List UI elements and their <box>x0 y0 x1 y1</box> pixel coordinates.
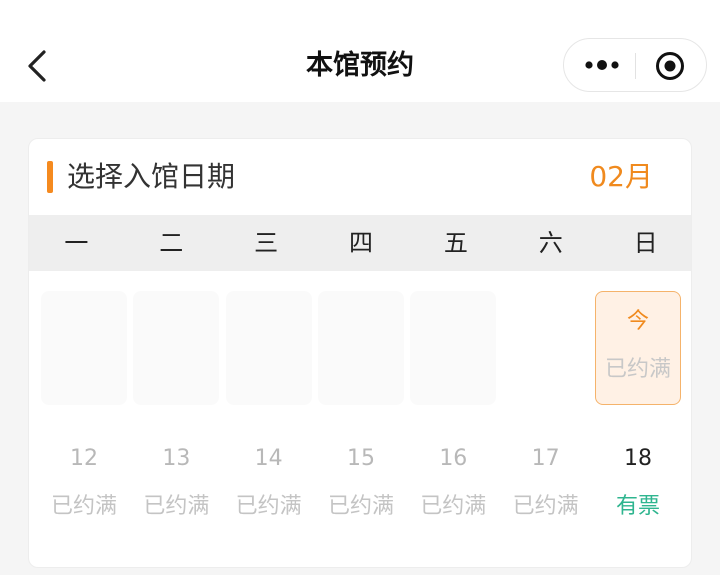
day-number: 17 <box>531 446 560 471</box>
calendar-empty-cell <box>503 291 589 405</box>
day-number: 13 <box>162 446 191 471</box>
day-number: 12 <box>70 446 98 471</box>
calendar-empty-cell <box>317 291 404 405</box>
calendar-empty-cell <box>41 291 127 405</box>
mini-program-capsule <box>563 38 707 92</box>
day-status: 已约满 <box>50 494 117 519</box>
day-number: 16 <box>439 446 468 471</box>
calendar-empty-cell <box>133 291 220 405</box>
calendar-week-row: 12 已约满 13 已约满 14 已约满 15 已约满 16 已约满 17 已约满 18 有票 <box>41 429 681 543</box>
date-picker-card: 选择入馆日期 02月 一 二 三 四 五 六 日 今已约满 12 已约满 13 已约满 1… <box>28 138 692 568</box>
day-number: 15 <box>346 446 375 471</box>
day-number: 今 <box>626 309 649 334</box>
calendar-day-cell[interactable]: 16 已约满 <box>410 429 496 543</box>
calendar-day-cell[interactable]: 18 有票 <box>595 429 681 543</box>
accent-bar <box>47 161 53 193</box>
calendar-day-cell[interactable]: 今已约满 <box>594 291 681 405</box>
calendar-day-cell[interactable]: 15 已约满 <box>318 429 404 543</box>
calendar-grid: 今已约满 12 已约满 13 已约满 14 已约满 15 已约满 16 已约满 17 已约满 18 有票 <box>41 291 681 567</box>
weekday-sun: 日 <box>633 229 658 257</box>
more-dots-icon[interactable] <box>584 52 620 78</box>
target-circle-icon[interactable] <box>655 51 685 81</box>
calendar-day-cell[interactable]: 13 已约满 <box>133 429 219 543</box>
day-number: 18 <box>623 446 652 471</box>
calendar-empty-cell <box>225 291 312 405</box>
weekday-sat: 六 <box>538 229 563 257</box>
day-status: 已约满 <box>235 494 302 519</box>
weekday-fri: 五 <box>443 229 468 257</box>
day-number: 14 <box>254 446 283 471</box>
weekday-thu: 四 <box>349 229 373 257</box>
weekday-header: 一 二 三 四 五 六 日 <box>29 215 691 271</box>
calendar-week-row: 今已约满 <box>41 291 681 405</box>
day-status: 已约满 <box>420 494 487 519</box>
weekday-tue: 二 <box>159 229 184 257</box>
card-header: 选择入馆日期 02月 <box>29 139 691 215</box>
calendar-day-cell[interactable]: 17 已约满 <box>503 429 589 543</box>
weekday-mon: 一 <box>64 229 89 257</box>
weekday-wed: 三 <box>254 229 279 257</box>
day-status: 已约满 <box>512 494 579 519</box>
nav-bar: 本馆预约 <box>0 0 720 102</box>
month-label[interactable]: 02月 <box>589 157 653 197</box>
card-title: 选择入馆日期 <box>67 160 236 193</box>
day-status: 已约满 <box>327 494 394 519</box>
calendar-empty-cell <box>410 291 497 405</box>
calendar-day-cell[interactable]: 14 已约满 <box>226 429 312 543</box>
day-status: 有票 <box>615 494 660 519</box>
calendar-day-cell[interactable]: 12 已约满 <box>41 429 127 543</box>
capsule-divider <box>635 53 636 79</box>
day-status: 已约满 <box>143 494 210 519</box>
day-status: 已约满 <box>604 357 671 382</box>
